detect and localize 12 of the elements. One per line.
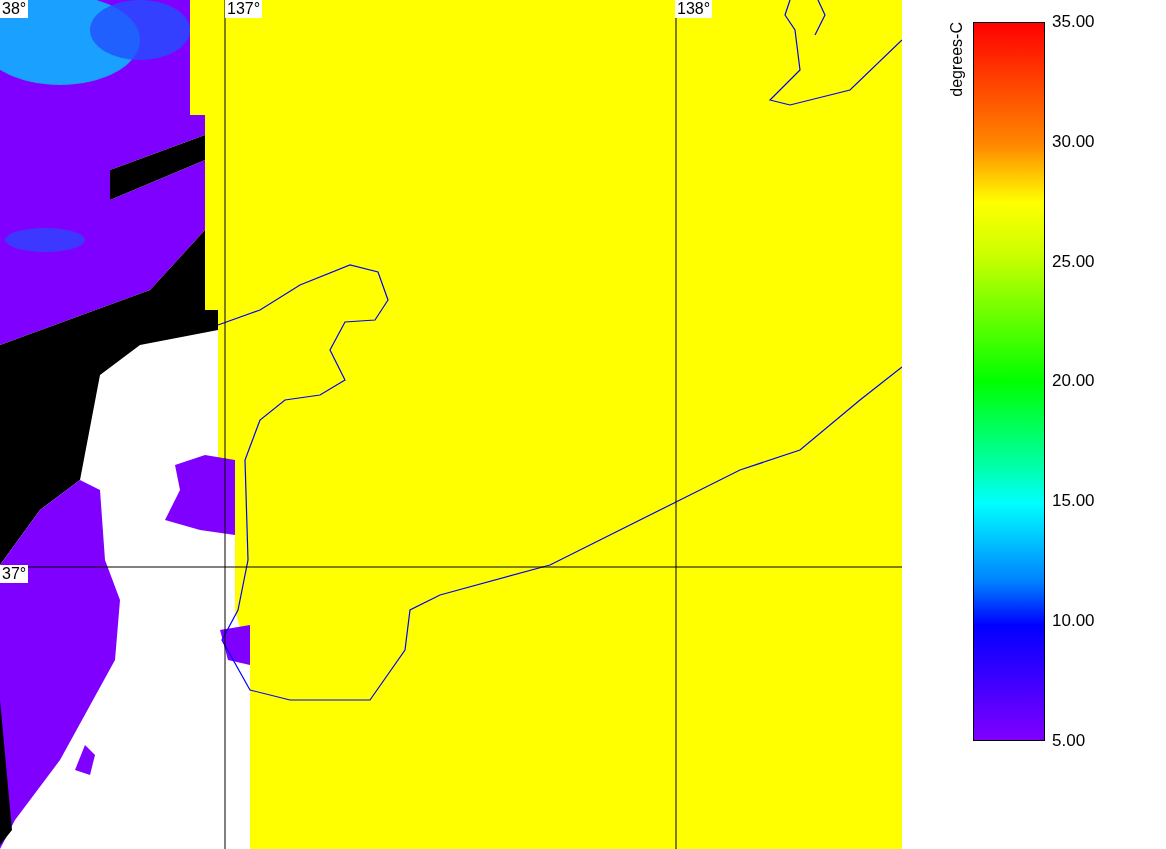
scale-value: 15.00 [1052,491,1095,512]
scale-value: 25.00 [1052,251,1095,272]
scale-value: 35.00 [1052,12,1095,32]
scale-value: 5.00 [1052,730,1087,751]
latitude-label: 37° [0,565,29,583]
longitude-label: 137° [225,0,263,18]
scale-value: 20.00 [1052,371,1095,392]
unit-label: degrees-C [947,22,966,97]
scale-value: 10.00 [1052,611,1095,632]
scale-value: 30.00 [1052,131,1095,152]
longitude-label: 138° [675,0,713,18]
latitude-label: 38° [0,0,29,18]
